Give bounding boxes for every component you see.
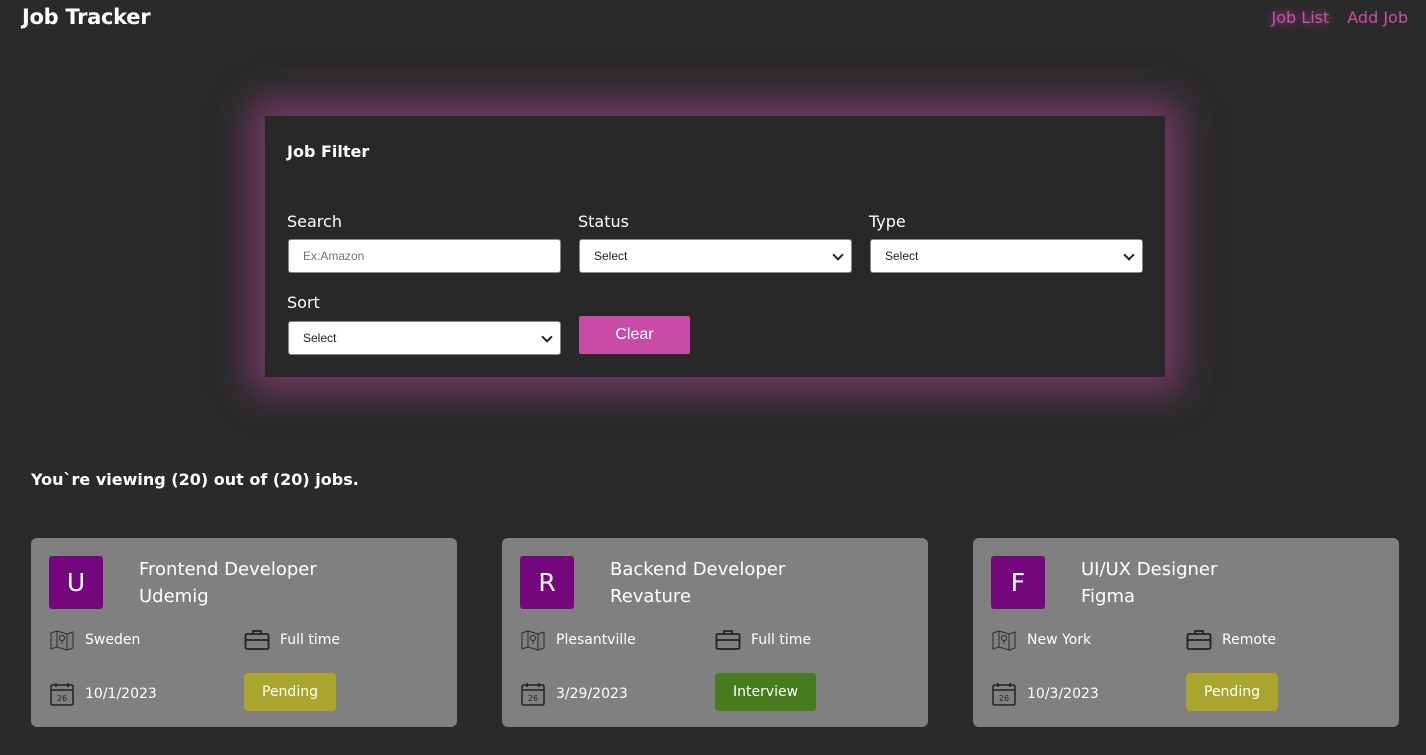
company-name: Figma [1081, 586, 1136, 607]
job-title: UI/UX Designer [1081, 559, 1218, 580]
calendar-icon: 26 [521, 683, 545, 706]
job-date: 10/3/2023 [1027, 686, 1099, 702]
sort-select[interactable]: Select [288, 321, 561, 355]
job-location: New York [1027, 632, 1092, 648]
status-select-value: Select [594, 249, 628, 263]
search-placeholder: Ex:Amazon [303, 249, 365, 263]
brand-title: Job Tracker [22, 5, 151, 29]
calendar-icon: 26 [992, 683, 1016, 706]
company-avatar: U [49, 556, 103, 609]
chevron-down-icon [1123, 249, 1135, 261]
status-label: Status [578, 212, 629, 231]
sort-select-value: Select [303, 331, 337, 345]
chevron-down-icon [541, 331, 553, 343]
filter-title: Job Filter [287, 142, 370, 161]
type-label: Type [869, 212, 906, 231]
job-title: Frontend Developer [139, 559, 317, 580]
calendar-day: 26 [528, 694, 538, 703]
nav-add-job-link[interactable]: Add Job [1347, 8, 1408, 27]
map-icon [992, 630, 1016, 651]
type-select-value: Select [885, 249, 919, 263]
job-card[interactable]: U Frontend Developer Udemig Sweden Full … [31, 538, 457, 727]
avatar-initial: F [1010, 568, 1026, 597]
briefcase-icon [1186, 630, 1212, 650]
job-location: Plesantville [556, 632, 636, 648]
job-type: Full time [751, 632, 812, 648]
job-date: 10/1/2023 [85, 686, 157, 702]
job-card[interactable]: R Backend Developer Revature Plesantvill… [502, 538, 928, 727]
status-select[interactable]: Select [579, 239, 852, 273]
search-label: Search [287, 212, 342, 231]
company-avatar: F [991, 556, 1045, 609]
header: Job Tracker Job List Add Job [0, 0, 1426, 40]
job-date: 3/29/2023 [556, 686, 628, 702]
job-filter-panel: Job Filter Search Ex:Amazon Status Selec… [265, 116, 1165, 377]
type-select[interactable]: Select [870, 239, 1143, 273]
briefcase-icon [244, 630, 270, 650]
calendar-icon: 26 [50, 683, 74, 706]
top-nav: Job List Add Job [1272, 8, 1408, 27]
job-type: Full time [280, 632, 341, 648]
nav-job-list-link[interactable]: Job List [1272, 8, 1330, 27]
avatar-initial: R [538, 568, 556, 597]
map-icon [50, 630, 74, 651]
company-name: Udemig [139, 586, 209, 607]
job-type: Remote [1222, 632, 1277, 648]
chevron-down-icon [832, 249, 844, 261]
status-badge: Pending [1186, 673, 1278, 711]
briefcase-icon [715, 630, 741, 650]
results-summary: You`re viewing (20) out of (20) jobs. [31, 470, 359, 489]
company-avatar: R [520, 556, 574, 609]
job-title: Backend Developer [610, 559, 786, 580]
sort-label: Sort [287, 293, 320, 312]
job-card[interactable]: F UI/UX Designer Figma New York Remote 2… [973, 538, 1399, 727]
status-badge: Interview [715, 673, 817, 711]
job-location: Sweden [85, 632, 141, 648]
status-badge: Pending [244, 673, 336, 711]
avatar-initial: U [66, 568, 86, 597]
clear-button[interactable]: Clear [579, 316, 690, 354]
calendar-day: 26 [57, 694, 67, 703]
search-input[interactable]: Ex:Amazon [288, 239, 561, 273]
company-name: Revature [610, 586, 691, 607]
calendar-day: 26 [999, 694, 1009, 703]
map-icon [521, 630, 545, 651]
